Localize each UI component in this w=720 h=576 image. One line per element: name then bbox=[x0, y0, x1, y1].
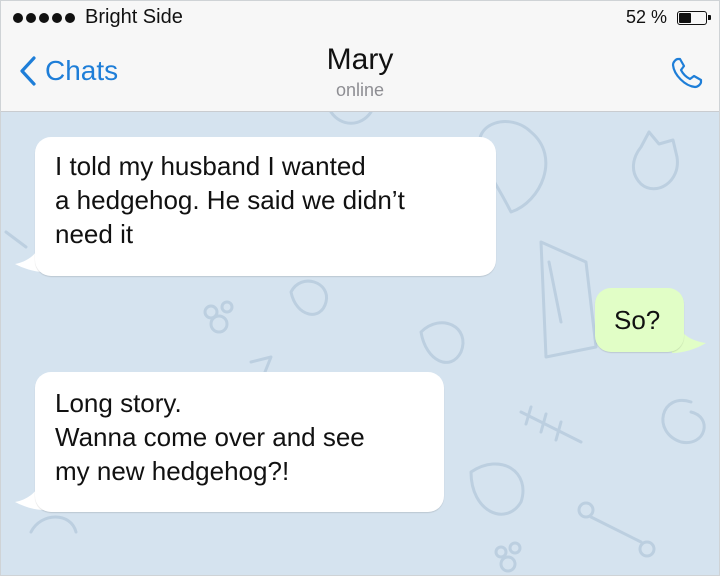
message-list[interactable]: I told my husband I wanted a hedgehog. H… bbox=[1, 112, 719, 575]
message-text: Long story. Wanna come over and see my n… bbox=[55, 388, 365, 486]
message-text: So? bbox=[614, 305, 661, 335]
phone-screen: Bright Side 52 % Chats Mary online I tol… bbox=[0, 0, 720, 576]
message-bubble-incoming[interactable]: I told my husband I wanted a hedgehog. H… bbox=[35, 137, 496, 276]
carrier-name: Bright Side bbox=[85, 6, 183, 28]
status-bar: Bright Side 52 % bbox=[1, 1, 719, 35]
message-bubble-outgoing[interactable]: So? bbox=[595, 288, 684, 352]
contact-name: Mary bbox=[326, 43, 394, 76]
contact-status: online bbox=[335, 80, 385, 100]
message-text: I told my husband I wanted a hedgehog. H… bbox=[55, 151, 405, 249]
navigation-bar: Chats Mary online bbox=[1, 35, 719, 112]
battery-level-fill bbox=[679, 13, 691, 23]
message-bubble-incoming[interactable]: Long story. Wanna come over and see my n… bbox=[35, 372, 444, 512]
chat-header[interactable]: Mary online bbox=[1, 41, 719, 101]
call-button[interactable] bbox=[669, 55, 705, 96]
battery-percentage: 52 % bbox=[625, 7, 667, 27]
phone-icon bbox=[671, 57, 703, 89]
battery-icon bbox=[677, 11, 711, 25]
signal-strength-icon bbox=[13, 13, 75, 23]
